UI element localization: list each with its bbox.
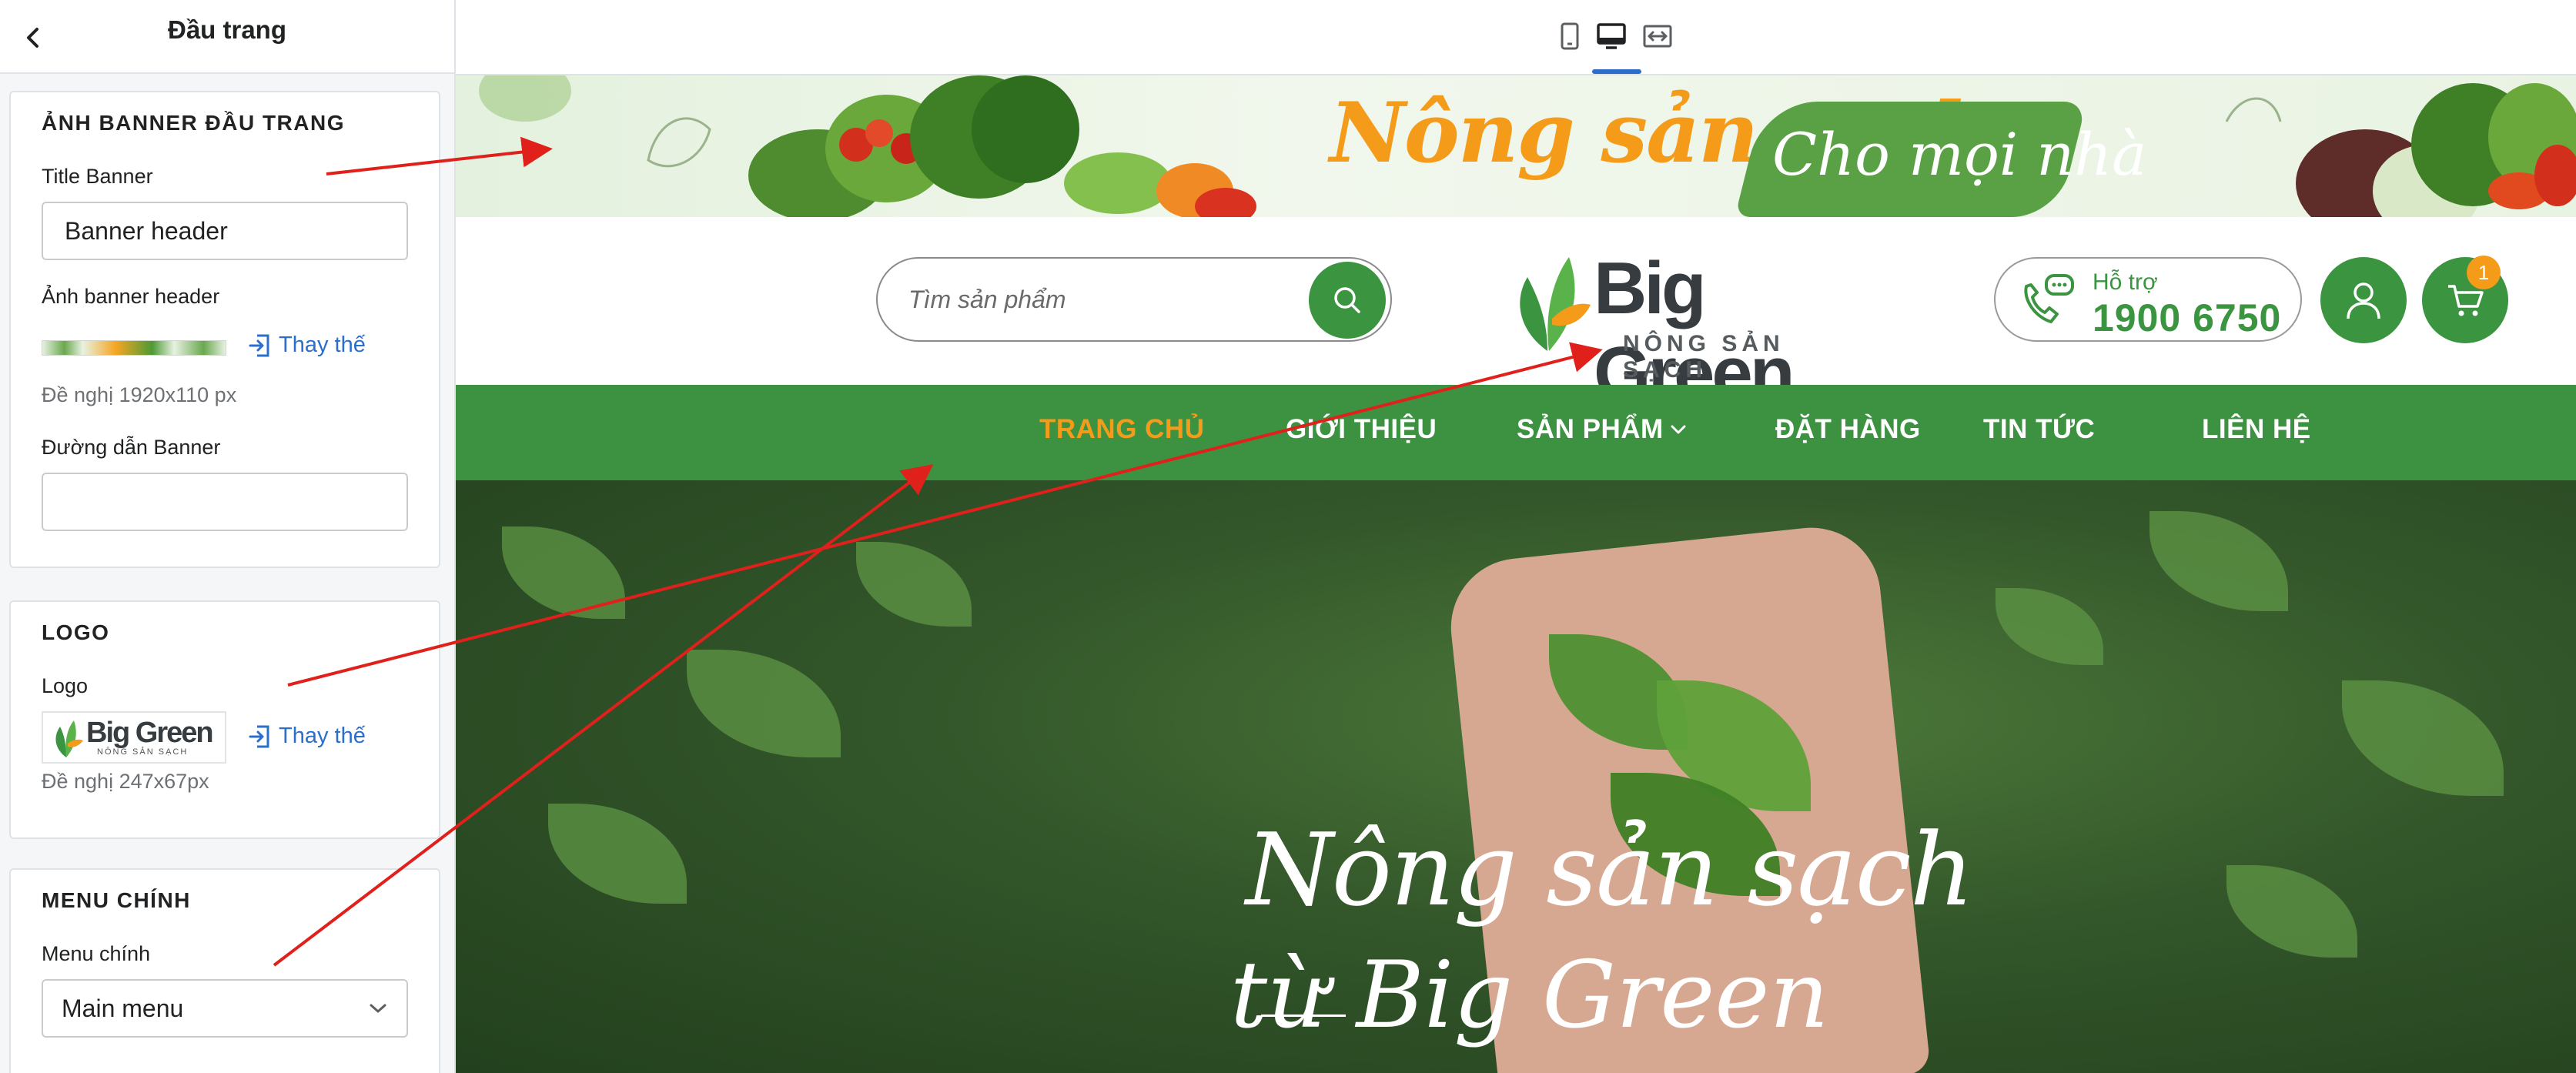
banner-subtitle: Cho mọi nhà (1772, 120, 2147, 189)
user-icon (2347, 282, 2380, 319)
nav-item-news[interactable]: TIN TỨC (1983, 414, 2095, 445)
site-logo[interactable]: Big Green NÔNG SẢN SẠCH (1507, 240, 1877, 414)
menu-settings-card: MENU CHÍNH Menu chính Main menu (9, 868, 440, 1073)
logo-thumbnail[interactable]: Big Green NÔNG SẢN SẠCH (42, 711, 226, 764)
preview-toolbar (456, 0, 2576, 75)
nav-item-products-label: SẢN PHẨM (1517, 414, 1664, 444)
leaf-shape (856, 542, 972, 627)
search-bar (876, 257, 1392, 342)
menu-field-label: Menu chính (42, 942, 151, 965)
hero-title-line1: Nông sản sạch (1246, 811, 1974, 928)
hero-slideshow[interactable]: Nông sản sạch từ Big Green (456, 480, 2576, 1073)
site-header: Big Green NÔNG SẢN SẠCH Hỗ trợ 1900 6750… (456, 217, 2576, 414)
header-banner[interactable]: Nông sản sạch Cho mọi nhà (456, 75, 2576, 217)
mobile-view-button[interactable] (1549, 15, 1591, 57)
logo-size-hint: Đề nghị 247x67px (42, 770, 209, 793)
banner-replace-button[interactable]: Thay thế (248, 333, 366, 358)
leaf-logo-icon (55, 720, 83, 757)
logo-replace-button[interactable]: Thay thế (248, 724, 366, 749)
leaf-shape (2342, 680, 2504, 796)
banner-image-label: Ảnh banner header (42, 285, 220, 308)
logo-settings-card: LOGO Logo Big Green NÔNG SẢN SẠCH Thay t… (9, 600, 440, 839)
nav-item-home[interactable]: TRANG CHỦ (1039, 414, 1204, 445)
main-menu-select-value: Main menu (62, 994, 184, 1022)
nav-item-about[interactable]: GIỚI THIỆU (1286, 414, 1437, 445)
cart-count-badge: 1 (2467, 256, 2501, 289)
leaf-shape (502, 526, 625, 619)
leaf-shape (548, 804, 687, 904)
nav-item-products[interactable]: SẢN PHẨM (1517, 414, 1687, 445)
desktop-view-button[interactable] (1591, 15, 1632, 57)
leaf-shape (687, 650, 841, 757)
chevron-down-icon (1671, 425, 1686, 434)
banner-link-label: Đường dẫn Banner (42, 436, 221, 459)
banner-image-thumbnail[interactable] (42, 340, 226, 356)
banner-size-hint: Đề nghị 1920x110 px (42, 383, 237, 406)
menu-section-title: MENU CHÍNH (42, 888, 191, 912)
search-icon (1334, 287, 1360, 313)
active-device-indicator (1592, 69, 1641, 74)
support-hotline[interactable]: Hỗ trợ 1900 6750 (1994, 257, 2302, 342)
hero-title-line2: từ Big Green (1230, 942, 1829, 1049)
logo-section-title: LOGO (42, 620, 110, 644)
sidebar-header: Đầu trang (0, 0, 454, 74)
banner-settings-card: ẢNH BANNER ĐẦU TRANG Title Banner Banner… (9, 91, 440, 568)
logo-thumb-text: Big Green (86, 717, 214, 749)
vegetables-left-image (479, 75, 1256, 217)
sidebar-title: Đầu trang (167, 15, 286, 44)
leaf-shape (2226, 865, 2357, 958)
logo-tagline: NÔNG SẢN SẠCH (1623, 331, 1785, 383)
banner-section-title: ẢNH BANNER ĐẦU TRANG (42, 111, 345, 135)
leaf-shape (2149, 511, 2288, 611)
search-button[interactable] (1309, 262, 1386, 339)
mobile-icon (1561, 22, 1579, 50)
vegetables-right-image (2225, 83, 2576, 217)
replace-icon (249, 334, 269, 356)
account-button[interactable] (2320, 257, 2407, 343)
banner-replace-label: Thay thế (279, 333, 366, 357)
nav-item-order[interactable]: ĐẶT HÀNG (1775, 414, 1921, 445)
title-banner-label: Title Banner (42, 165, 153, 188)
support-phone: 1900 6750 (2093, 296, 2282, 339)
logo-replace-label: Thay thế (279, 724, 366, 748)
main-navigation: TRANG CHỦ GIỚI THIỆU SẢN PHẨM ĐẶT HÀNG T… (456, 385, 2576, 480)
expand-horizontal-icon (1643, 25, 1672, 48)
replace-icon (249, 725, 269, 747)
theme-editor-sidebar: Đầu trang ẢNH BANNER ĐẦU TRANG Title Ban… (0, 0, 456, 1073)
full-width-view-button[interactable] (1637, 15, 1678, 57)
leaf-shape (1996, 588, 2103, 665)
banner-link-input[interactable] (42, 473, 408, 531)
nav-item-contact[interactable]: LIÊN HỆ (2202, 414, 2311, 445)
support-label: Hỗ trợ (2093, 269, 2158, 295)
logo-thumb-sub: NÔNG SẢN SẠCH (97, 747, 189, 757)
leaf-logo-icon (1520, 257, 1591, 351)
chevron-down-icon (370, 1004, 386, 1013)
desktop-icon (1597, 23, 1626, 49)
logo-field-label: Logo (42, 674, 89, 697)
store-preview: Nông sản sạch Cho mọi nhà Big (456, 75, 2576, 1073)
main-menu-select[interactable]: Main menu (42, 979, 408, 1038)
search-input[interactable] (908, 259, 1293, 340)
title-banner-input[interactable]: Banner header (42, 202, 408, 260)
phone-chat-icon (2024, 274, 2074, 323)
